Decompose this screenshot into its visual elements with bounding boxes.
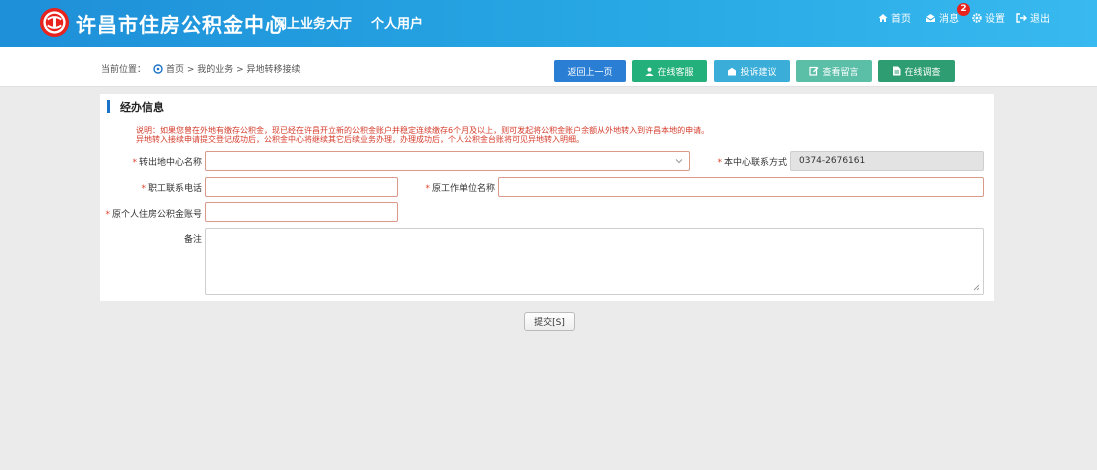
section-title: 经办信息	[120, 101, 164, 114]
former-account-field[interactable]	[205, 202, 398, 222]
required-mark: *	[717, 158, 722, 168]
home-icon	[878, 13, 888, 22]
transfer-center-select[interactable]	[205, 151, 690, 171]
instructions-line-1: 说明：如果您曾在外地有缴存公积金，现已经在许昌开立新的公积金账户并稳定连续缴存6…	[136, 126, 710, 135]
transfer-center-label: * 转出地中心名称	[120, 155, 202, 168]
former-account-label-text: 原个人住房公积金账号	[111, 210, 202, 220]
home-link-label: 首页	[891, 14, 911, 25]
site-title: 许昌市住房公积金中心	[76, 13, 286, 37]
instructions-line-2: 异地转入接续申请提交登记成功后，公积金中心将继续其它后续业务办理，办理成功后，个…	[136, 135, 584, 144]
transfer-center-label-text: 转出地中心名称	[138, 158, 202, 168]
complaint-button[interactable]: 投诉建议	[714, 60, 790, 82]
former-employer-field[interactable]	[498, 177, 984, 197]
logout-link-label: 退出	[1030, 14, 1050, 25]
former-employer-label-text: 原工作单位名称	[431, 184, 495, 194]
top-header: 许昌市住房公积金中心 网上业务大厅 个人用户 首页 消息 2 设置 退出	[0, 0, 1097, 47]
instructions-note: 说明：如果您曾在外地有缴存公积金，现已经在许昌开立新的公积金账户并稳定连续缴存6…	[136, 126, 956, 144]
online-survey-button[interactable]: 在线调查	[878, 60, 955, 82]
phone-field[interactable]	[205, 177, 398, 197]
envelope-icon	[925, 13, 936, 22]
logo-icon	[39, 7, 70, 38]
submit-button[interactable]: 提交[S]	[524, 312, 575, 331]
required-mark: *	[132, 158, 137, 168]
settings-link-label: 设置	[985, 14, 1005, 25]
complaint-label: 投诉建议	[740, 67, 777, 78]
center-contact-label-text: 本中心联系方式	[723, 158, 787, 168]
messages-link-label: 消息	[939, 14, 959, 25]
remarks-textarea[interactable]	[205, 228, 984, 295]
breadcrumb: 当前位置： 首页 > 我的业务 > 异地转移接续	[101, 62, 301, 75]
online-service-label: 在线客服	[657, 67, 694, 78]
center-contact-field: 0374-2676161	[790, 151, 984, 171]
envelope-icon	[728, 67, 737, 75]
view-messages-label: 查看留言	[822, 67, 859, 78]
back-button-label: 返回上一页	[567, 67, 613, 78]
phone-label-text: 职工联系电话	[147, 184, 202, 194]
gear-icon	[972, 12, 982, 23]
messages-link[interactable]: 消息	[925, 10, 959, 25]
home-link[interactable]: 首页	[878, 10, 911, 25]
document-icon	[893, 66, 901, 76]
required-mark: *	[141, 184, 146, 194]
edit-icon	[809, 66, 819, 76]
nav-online-hall[interactable]: 网上业务大厅	[274, 13, 352, 32]
person-icon	[645, 67, 654, 76]
nav-personal-user[interactable]: 个人用户	[371, 13, 423, 32]
view-messages-button[interactable]: 查看留言	[796, 60, 872, 82]
toolbar: 当前位置： 首页 > 我的业务 > 异地转移接续 返回上一页 在线客服 投诉建议…	[0, 47, 1097, 87]
former-employer-label: * 原工作单位名称	[412, 181, 495, 194]
remarks-label: 备注	[183, 235, 202, 245]
resize-grip-icon[interactable]	[973, 284, 980, 291]
settings-link[interactable]: 设置	[972, 10, 1005, 25]
section-accent-bar	[107, 100, 110, 113]
online-service-button[interactable]: 在线客服	[632, 60, 707, 82]
logout-icon	[1016, 12, 1027, 23]
home-icon	[153, 63, 163, 74]
logout-link[interactable]: 退出	[1016, 10, 1050, 25]
phone-label: * 职工联系电话	[120, 181, 202, 194]
back-button[interactable]: 返回上一页	[554, 60, 626, 82]
chevron-down-icon	[675, 159, 683, 164]
breadcrumb-label: 当前位置：	[101, 65, 147, 75]
former-account-label: * 原个人住房公积金账号	[100, 207, 202, 220]
breadcrumb-path[interactable]: 首页 > 我的业务 > 异地转移接续	[166, 62, 301, 75]
message-count-badge: 2	[957, 3, 970, 16]
required-mark: *	[425, 184, 430, 194]
required-mark: *	[105, 210, 110, 220]
online-survey-label: 在线调查	[904, 67, 941, 78]
center-contact-label: * 本中心联系方式	[706, 155, 787, 168]
